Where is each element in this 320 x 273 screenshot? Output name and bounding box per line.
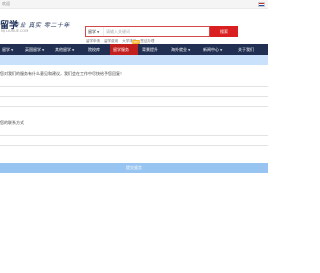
nav-item-label: 其他留学: [55, 47, 71, 52]
search-category-select[interactable]: 留学▼: [86, 27, 104, 36]
hot-link[interactable]: 留学申请: [86, 39, 100, 43]
contact-input-line[interactable]: [0, 136, 268, 146]
page-banner: [0, 55, 268, 65]
nav-item-label: 新闻中心: [203, 47, 219, 52]
nav-item-news[interactable]: 新闻中心▼: [198, 44, 230, 55]
nav-item-jobs[interactable]: 海外就业▼: [166, 44, 198, 55]
nav-item-label: 背景提升: [142, 47, 158, 52]
nav-item-label: 英国留学: [25, 47, 41, 52]
nav-item-label: 院校库: [88, 47, 100, 52]
chevron-down-icon: ▼: [72, 48, 75, 52]
feedback-textarea-line[interactable]: [0, 97, 268, 107]
search-category-label: 留学: [88, 29, 96, 34]
nav-item-uk[interactable]: 英国留学▼: [22, 44, 52, 55]
hot-link[interactable]: 留学费用: [104, 39, 118, 43]
search-box: 留学▼ 请输入关键词: [85, 26, 210, 37]
chevron-down-icon: ▼: [220, 48, 223, 52]
nav-item-about[interactable]: 关于我们: [230, 44, 268, 55]
main-nav: 留学▼ 英国留学▼ 其他留学▼ 院校库 留学服务 HOT 背景提升 海外就业▼ …: [0, 40, 268, 55]
nav-item-services[interactable]: 留学服务 HOT: [110, 40, 140, 55]
chevron-down-icon: ▼: [188, 48, 191, 52]
nav-item-schools[interactable]: 院校库: [82, 44, 110, 55]
nav-item-label: 海外就业: [171, 47, 187, 52]
nav-item-label: 关于我们: [238, 47, 254, 52]
site-slogan: 专业 真实 零二十年: [13, 22, 70, 29]
nav-item-label: 留学服务: [113, 47, 129, 52]
nav-item-label: 留学: [2, 47, 10, 52]
chevron-down-icon: ▼: [11, 48, 14, 52]
site-header: 留学 MJ LIUXUE.COM 专业 真实 零二十年 留学▼ 请输入关键词 搜…: [0, 9, 268, 43]
site-logo-subtitle: MJ LIUXUE.COM: [1, 29, 29, 33]
contact-input[interactable]: [0, 126, 268, 136]
nav-item-background[interactable]: 背景提升: [138, 44, 166, 55]
feedback-textarea[interactable]: [0, 77, 268, 87]
search-button[interactable]: 搜索: [210, 26, 238, 37]
chevron-down-icon: ▼: [42, 48, 45, 52]
chevron-down-icon: ▼: [97, 30, 100, 34]
uk-flag-icon[interactable]: [258, 2, 265, 7]
nav-item-liuxue[interactable]: 留学▼: [0, 44, 22, 55]
nav-item-other[interactable]: 其他留学▼: [52, 44, 82, 55]
top-strip: 欢迎: [0, 0, 268, 9]
hot-link[interactable]: 签证办理: [140, 39, 154, 43]
welcome-text: 欢迎: [2, 1, 10, 6]
search-input[interactable]: 请输入关键词: [106, 27, 206, 36]
feedback-textarea-line[interactable]: [0, 87, 268, 97]
feedback-form: 您对我们的服务有什么意见和建议，我们会在工作中尽快给予您回复！ 您的联系方式 提…: [0, 65, 268, 273]
submit-button[interactable]: 提交留言: [0, 163, 268, 173]
